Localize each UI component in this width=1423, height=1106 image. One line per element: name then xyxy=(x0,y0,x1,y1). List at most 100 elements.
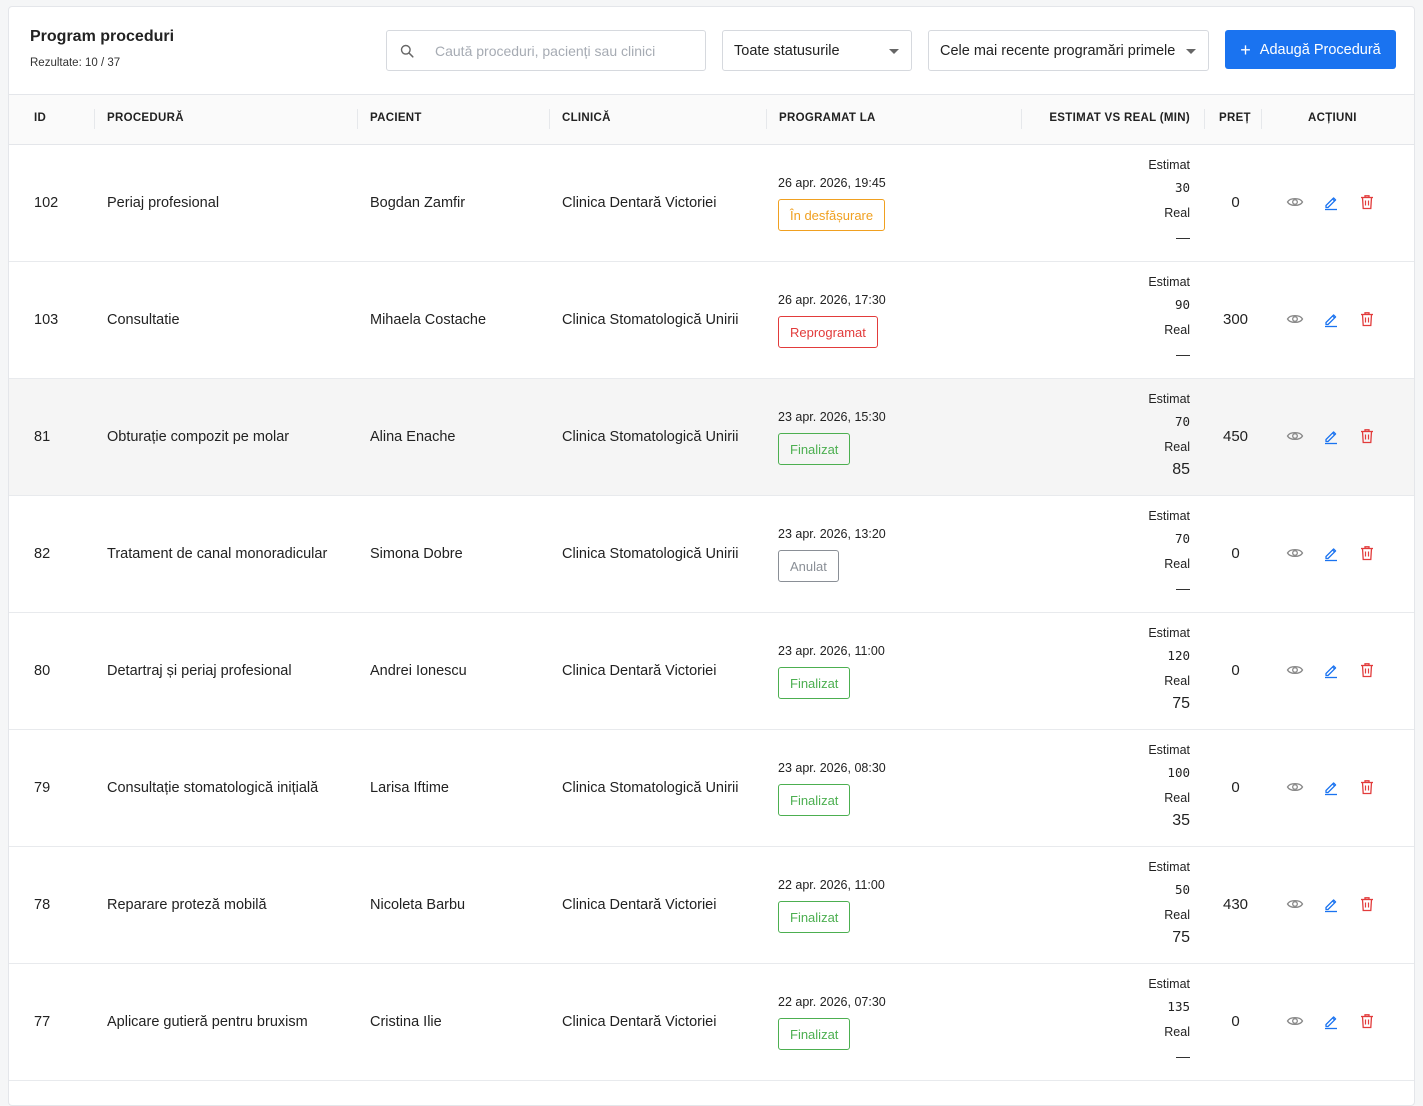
row-actions xyxy=(1286,778,1376,796)
cell-patient: Mihaela Costache xyxy=(370,312,487,328)
col-procedure: PROCEDURĂ xyxy=(107,112,184,124)
real-value: — xyxy=(1176,346,1190,362)
delete-icon[interactable] xyxy=(1358,778,1376,796)
status-filter-select[interactable]: Toate statusurile xyxy=(722,30,912,71)
cell-price: 430 xyxy=(1222,896,1249,913)
view-icon[interactable] xyxy=(1286,544,1304,562)
cell-price: 300 xyxy=(1222,311,1249,328)
delete-icon[interactable] xyxy=(1358,544,1376,562)
edit-icon[interactable] xyxy=(1322,427,1340,445)
cell-scheduled-date: 22 apr. 2026, 11:00 xyxy=(778,878,885,892)
sort-select[interactable]: Cele mai recente programări primele xyxy=(928,30,1209,71)
estimated-value: 120 xyxy=(1167,648,1190,663)
page-title: Program proceduri xyxy=(30,28,175,45)
cell-scheduled-date: 23 apr. 2026, 13:20 xyxy=(778,527,886,541)
column-divider xyxy=(1021,109,1022,129)
add-procedure-button[interactable]: + Adaugă Procedură xyxy=(1225,30,1396,69)
column-divider xyxy=(1204,109,1205,129)
estimated-label: Estimat xyxy=(1148,977,1190,991)
search-box[interactable] xyxy=(386,30,706,71)
status-badge: În desfășurare xyxy=(778,199,886,231)
table-row[interactable]: 81 Obturație compozit pe molar Alina Ena… xyxy=(9,379,1414,496)
cell-procedure: Aplicare gutieră pentru bruxism xyxy=(107,1014,308,1030)
edit-icon[interactable] xyxy=(1322,778,1340,796)
status-badge: Finalizat xyxy=(778,1018,851,1050)
table-row[interactable]: 77 Aplicare gutieră pentru bruxism Crist… xyxy=(9,964,1414,1081)
real-label: Real xyxy=(1164,908,1190,922)
column-divider xyxy=(766,109,767,129)
table-row[interactable]: 102 Periaj profesional Bogdan Zamfir Cli… xyxy=(9,145,1414,262)
estimated-label: Estimat xyxy=(1148,392,1190,406)
table-row[interactable]: 80 Detartraj și periaj profesional Andre… xyxy=(9,613,1414,730)
estimated-value: 135 xyxy=(1167,999,1190,1014)
cell-clinic: Clinica Dentară Victoriei xyxy=(562,195,717,211)
cell-id: 78 xyxy=(34,897,51,913)
row-actions xyxy=(1286,1012,1376,1030)
delete-icon[interactable] xyxy=(1358,310,1376,328)
cell-patient: Andrei Ionescu xyxy=(370,663,467,679)
caret-down-icon xyxy=(889,49,899,54)
cell-id: 102 xyxy=(34,195,59,211)
table-header: ID PROCEDURĂ PACIENT CLINICĂ PROGRAMAT L… xyxy=(9,95,1414,145)
real-label: Real xyxy=(1164,674,1190,688)
edit-icon[interactable] xyxy=(1322,544,1340,562)
table-row[interactable]: 103 Consultatie Mihaela Costache Clinica… xyxy=(9,262,1414,379)
edit-icon[interactable] xyxy=(1322,193,1340,211)
view-icon[interactable] xyxy=(1286,778,1304,796)
edit-icon[interactable] xyxy=(1322,661,1340,679)
cell-id: 103 xyxy=(34,312,59,328)
estimated-label: Estimat xyxy=(1148,743,1190,757)
row-actions xyxy=(1286,427,1376,445)
edit-icon[interactable] xyxy=(1322,310,1340,328)
cell-scheduled-date: 23 apr. 2026, 08:30 xyxy=(778,761,886,775)
view-icon[interactable] xyxy=(1286,193,1304,211)
column-divider xyxy=(1261,109,1262,129)
status-badge: Finalizat xyxy=(778,784,851,816)
status-badge: Finalizat xyxy=(778,901,851,933)
edit-icon[interactable] xyxy=(1322,895,1340,913)
estimated-value: 70 xyxy=(1174,414,1190,429)
real-value: 75 xyxy=(1172,695,1190,712)
cell-procedure: Reparare proteză mobilă xyxy=(107,897,267,913)
real-value: — xyxy=(1176,1048,1190,1064)
real-label: Real xyxy=(1164,206,1190,220)
view-icon[interactable] xyxy=(1286,1012,1304,1030)
estimated-value: 70 xyxy=(1174,531,1190,546)
cell-price: 0 xyxy=(1231,194,1240,211)
search-icon xyxy=(400,44,414,58)
real-value: 85 xyxy=(1172,461,1190,478)
cell-price: 450 xyxy=(1222,428,1249,445)
table-row[interactable]: 79 Consultație stomatologică inițială La… xyxy=(9,730,1414,847)
row-actions xyxy=(1286,310,1376,328)
delete-icon[interactable] xyxy=(1358,193,1376,211)
table-row[interactable]: 78 Reparare proteză mobilă Nicoleta Barb… xyxy=(9,847,1414,964)
view-icon[interactable] xyxy=(1286,661,1304,679)
table-row[interactable]: 82 Tratament de canal monoradicular Simo… xyxy=(9,496,1414,613)
real-label: Real xyxy=(1164,557,1190,571)
view-icon[interactable] xyxy=(1286,310,1304,328)
row-actions xyxy=(1286,661,1376,679)
delete-icon[interactable] xyxy=(1358,1012,1376,1030)
cell-clinic: Clinica Stomatologică Unirii xyxy=(562,546,739,562)
cell-clinic: Clinica Stomatologică Unirii xyxy=(562,312,739,328)
column-divider xyxy=(357,109,358,129)
status-badge: Anulat xyxy=(778,550,839,582)
cell-clinic: Clinica Dentară Victoriei xyxy=(562,663,717,679)
real-label: Real xyxy=(1164,791,1190,805)
table-body: 102 Periaj profesional Bogdan Zamfir Cli… xyxy=(9,145,1414,1081)
status-badge: Finalizat xyxy=(778,433,851,465)
cell-scheduled-date: 23 apr. 2026, 11:00 xyxy=(778,644,885,658)
search-input[interactable] xyxy=(435,42,685,59)
delete-icon[interactable] xyxy=(1358,895,1376,913)
row-actions xyxy=(1286,544,1376,562)
cell-id: 77 xyxy=(34,1014,51,1030)
delete-icon[interactable] xyxy=(1358,661,1376,679)
results-count: Rezultate: 10 / 37 xyxy=(30,57,121,69)
edit-icon[interactable] xyxy=(1322,1012,1340,1030)
delete-icon[interactable] xyxy=(1358,427,1376,445)
cell-price: 0 xyxy=(1231,1013,1240,1030)
view-icon[interactable] xyxy=(1286,895,1304,913)
cell-clinic: Clinica Stomatologică Unirii xyxy=(562,780,739,796)
real-value: — xyxy=(1176,229,1190,245)
view-icon[interactable] xyxy=(1286,427,1304,445)
